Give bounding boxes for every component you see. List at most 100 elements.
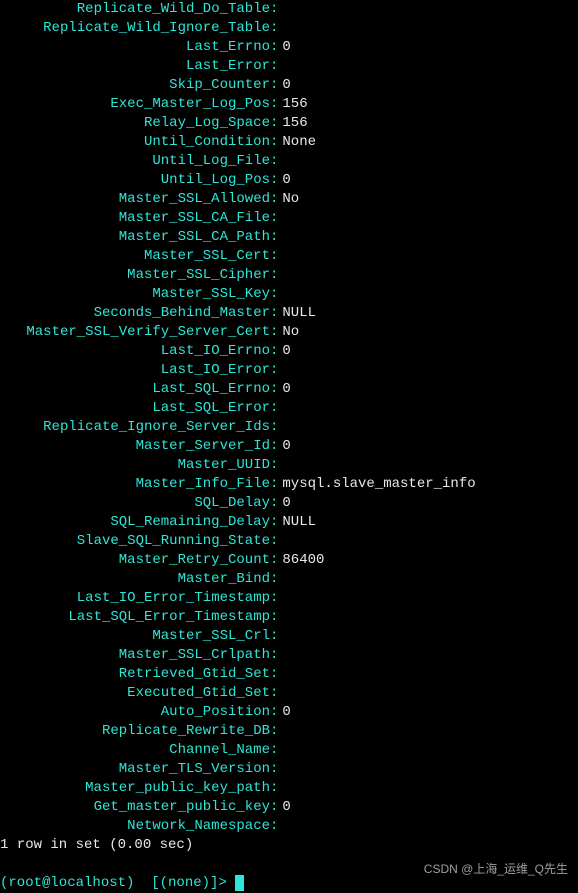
status-row: Until_Condition:None: [0, 133, 578, 152]
status-key: Master_Retry_Count: [0, 551, 270, 570]
status-key: Slave_SQL_Running_State: [0, 532, 270, 551]
status-key: Relay_Log_Space: [0, 114, 270, 133]
status-row: Executed_Gtid_Set:: [0, 684, 578, 703]
status-row: Master_public_key_path:: [0, 779, 578, 798]
status-key: Replicate_Ignore_Server_Ids: [0, 418, 270, 437]
status-value: 0: [282, 495, 290, 511]
colon: :: [270, 134, 278, 150]
status-row: Master_TLS_Version:: [0, 760, 578, 779]
status-row: Last_SQL_Errno:0: [0, 380, 578, 399]
colon: :: [270, 419, 278, 435]
status-key: Last_Error: [0, 57, 270, 76]
status-key: Master_Bind: [0, 570, 270, 589]
status-row: Slave_SQL_Running_State:: [0, 532, 578, 551]
status-row: SQL_Delay:0: [0, 494, 578, 513]
status-key: Last_IO_Error_Timestamp: [0, 589, 270, 608]
status-key: Master_SSL_Crlpath: [0, 646, 270, 665]
colon: :: [270, 248, 278, 264]
status-value: 0: [282, 39, 290, 55]
colon: :: [270, 666, 278, 682]
status-value: NULL: [282, 305, 316, 321]
colon: :: [270, 343, 278, 359]
status-row: Get_master_public_key:0: [0, 798, 578, 817]
status-row: Last_Errno:0: [0, 38, 578, 57]
status-value: 156: [282, 96, 307, 112]
status-row: SQL_Remaining_Delay:NULL: [0, 513, 578, 532]
status-value: 0: [282, 704, 290, 720]
status-value: 0: [282, 799, 290, 815]
status-row: Until_Log_Pos:0: [0, 171, 578, 190]
status-key: Master_SSL_CA_File: [0, 209, 270, 228]
status-key: Master_Info_File: [0, 475, 270, 494]
status-key: Until_Log_File: [0, 152, 270, 171]
status-key: Last_Errno: [0, 38, 270, 57]
status-row: Relay_Log_Space:156: [0, 114, 578, 133]
status-row: Network_Namespace:: [0, 817, 578, 836]
status-key: Master_public_key_path: [0, 779, 270, 798]
status-row: Last_IO_Error_Timestamp:: [0, 589, 578, 608]
status-value: 0: [282, 77, 290, 93]
status-key: Last_SQL_Errno: [0, 380, 270, 399]
status-key: Master_TLS_Version: [0, 760, 270, 779]
colon: :: [270, 609, 278, 625]
colon: :: [270, 191, 278, 207]
status-row: Master_SSL_Cert:: [0, 247, 578, 266]
status-row: Seconds_Behind_Master:NULL: [0, 304, 578, 323]
status-row: Last_IO_Errno:0: [0, 342, 578, 361]
status-key: Master_Server_Id: [0, 437, 270, 456]
status-row: Skip_Counter:0: [0, 76, 578, 95]
colon: :: [270, 1, 278, 17]
colon: :: [270, 362, 278, 378]
colon: :: [270, 742, 278, 758]
status-key: Network_Namespace: [0, 817, 270, 836]
status-value: 86400: [282, 552, 324, 568]
status-value: mysql.slave_master_info: [282, 476, 475, 492]
status-value: No: [282, 324, 299, 340]
colon: :: [270, 438, 278, 454]
status-key: Until_Condition: [0, 133, 270, 152]
status-row: Replicate_Wild_Do_Table:: [0, 0, 578, 19]
status-row: Auto_Position:0: [0, 703, 578, 722]
status-key: Last_IO_Errno: [0, 342, 270, 361]
status-key: Master_SSL_Cert: [0, 247, 270, 266]
status-key: Last_SQL_Error: [0, 399, 270, 418]
status-value: 0: [282, 343, 290, 359]
status-row: Last_Error:: [0, 57, 578, 76]
status-key: Master_SSL_Allowed: [0, 190, 270, 209]
status-key: Auto_Position: [0, 703, 270, 722]
status-key: Master_SSL_Verify_Server_Cert: [0, 323, 270, 342]
colon: :: [270, 210, 278, 226]
status-key: Executed_Gtid_Set: [0, 684, 270, 703]
colon: :: [270, 799, 278, 815]
colon: :: [270, 39, 278, 55]
status-row: Replicate_Ignore_Server_Ids:: [0, 418, 578, 437]
status-value: No: [282, 191, 299, 207]
colon: :: [270, 685, 278, 701]
status-key: Channel_Name: [0, 741, 270, 760]
status-key: SQL_Remaining_Delay: [0, 513, 270, 532]
colon: :: [270, 514, 278, 530]
colon: :: [270, 476, 278, 492]
status-key: Replicate_Rewrite_DB: [0, 722, 270, 741]
status-row: Last_IO_Error:: [0, 361, 578, 380]
status-value: 156: [282, 115, 307, 131]
colon: :: [270, 647, 278, 663]
status-row: Master_SSL_Cipher:: [0, 266, 578, 285]
status-key: Seconds_Behind_Master: [0, 304, 270, 323]
status-key: Retrieved_Gtid_Set: [0, 665, 270, 684]
status-key: Until_Log_Pos: [0, 171, 270, 190]
status-row: Master_SSL_Allowed:No: [0, 190, 578, 209]
status-value: 0: [282, 381, 290, 397]
status-row: Channel_Name:: [0, 741, 578, 760]
status-row: Last_SQL_Error:: [0, 399, 578, 418]
colon: :: [270, 495, 278, 511]
colon: :: [270, 723, 278, 739]
colon: :: [270, 628, 278, 644]
status-key: Replicate_Wild_Do_Table: [0, 0, 270, 19]
status-key: Last_IO_Error: [0, 361, 270, 380]
status-row: Last_SQL_Error_Timestamp:: [0, 608, 578, 627]
watermark-label: CSDN @上海_运维_Q先生: [424, 860, 568, 879]
status-row: Exec_Master_Log_Pos:156: [0, 95, 578, 114]
status-key: Last_SQL_Error_Timestamp: [0, 608, 270, 627]
slave-status-output: Replicate_Wild_Do_Table:Replicate_Wild_I…: [0, 0, 578, 836]
